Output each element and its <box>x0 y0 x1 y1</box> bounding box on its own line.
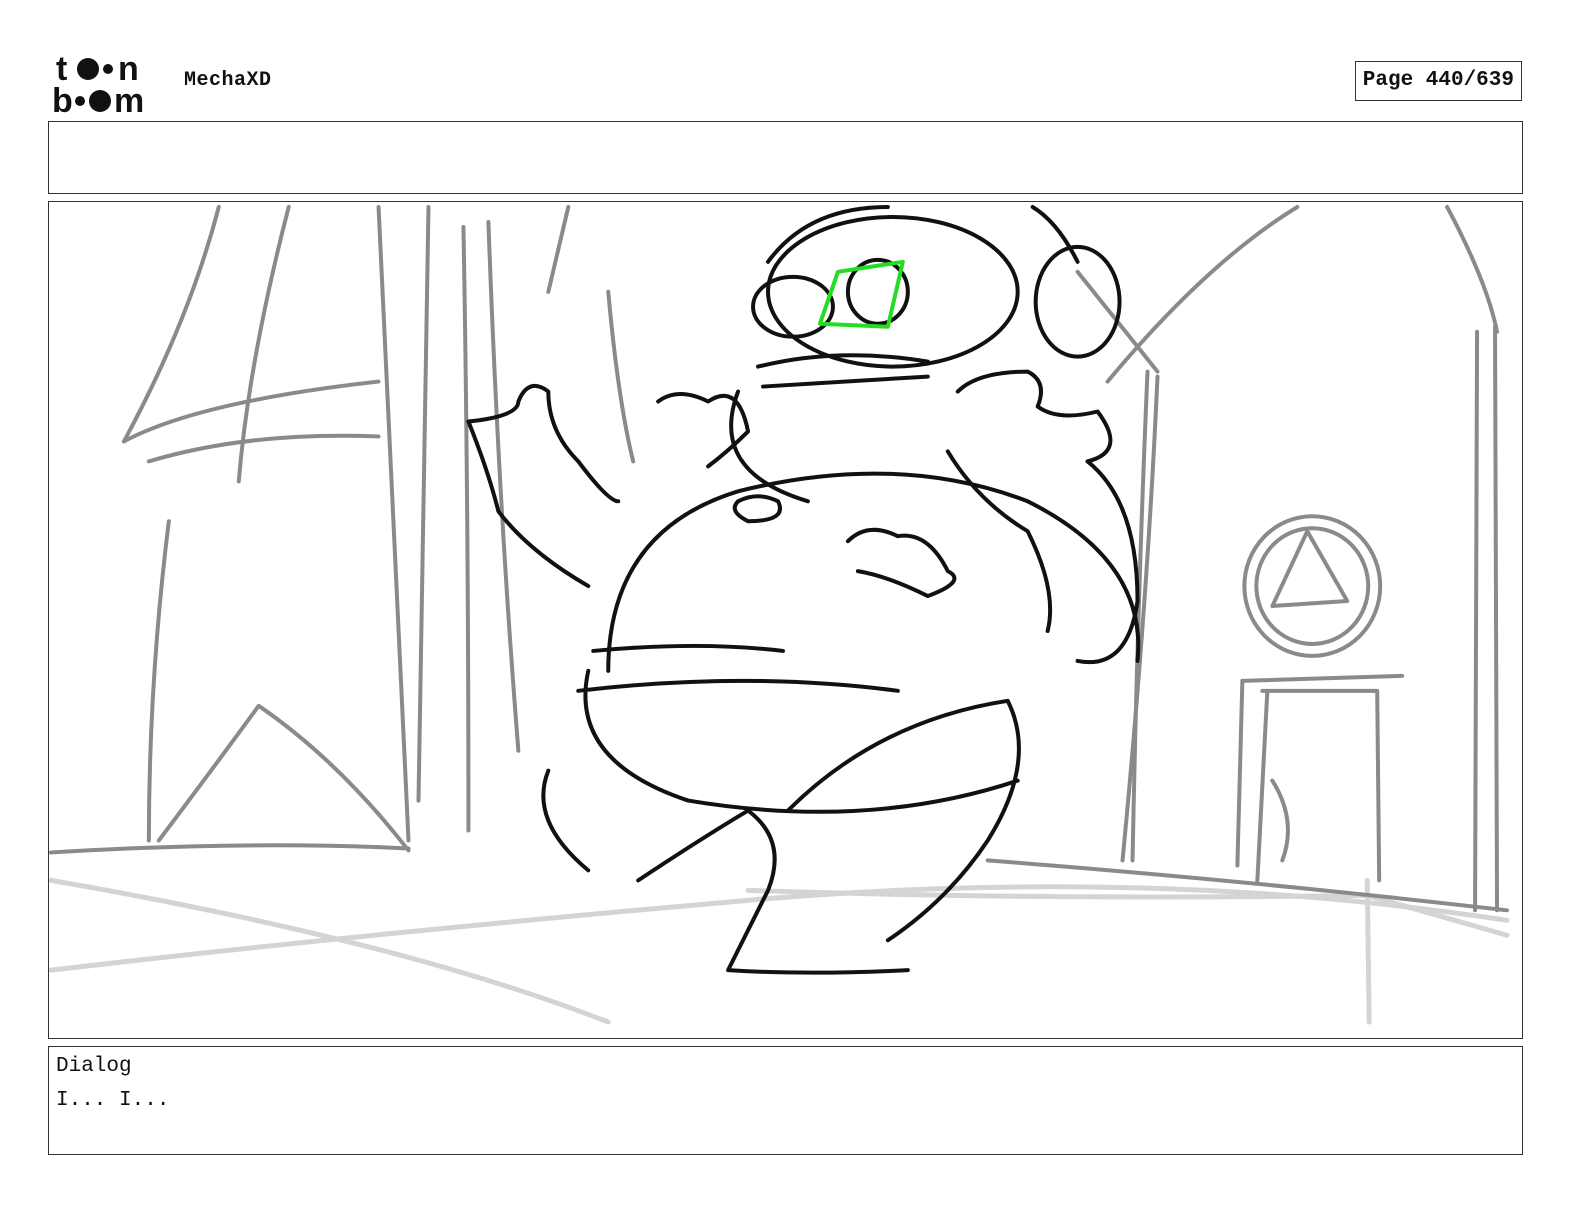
dialog-text: I... I... <box>56 1089 170 1112</box>
project-title: MechaXD <box>184 69 272 92</box>
background-architecture <box>49 204 1510 913</box>
action-notes-box <box>48 121 1523 194</box>
character-sketch <box>466 204 1141 975</box>
panel-sketch <box>49 204 1510 1025</box>
toonboom-logo: t n b m <box>52 50 144 116</box>
dialog-box: Dialog I... I... <box>48 1046 1523 1155</box>
dialog-heading: Dialog <box>56 1055 132 1078</box>
floor-lines <box>49 877 1510 1025</box>
svg-text:m: m <box>114 82 144 116</box>
storyboard-panel <box>48 201 1523 1039</box>
page-counter: Page 440/639 <box>1354 61 1522 101</box>
svg-text:b: b <box>52 82 73 116</box>
